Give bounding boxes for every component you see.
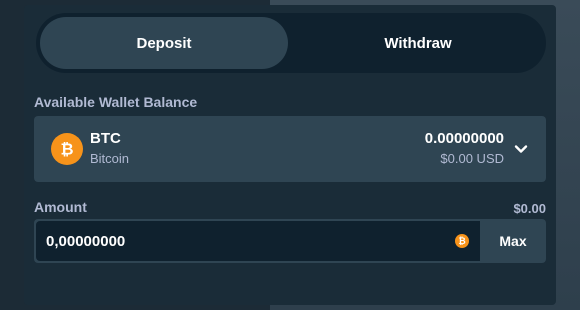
amount-field-row: ₿ Max xyxy=(34,219,546,263)
currency-selector[interactable]: ₿ BTC Bitcoin 0.00000000 $0.00 USD xyxy=(34,116,546,182)
svg-text:₿: ₿ xyxy=(60,141,73,159)
deposit-tab[interactable]: Deposit xyxy=(40,17,288,69)
balance-amount: 0.00000000 xyxy=(424,130,504,147)
coin-name: Bitcoin xyxy=(90,151,130,166)
wallet-panel: Deposit Withdraw Available Wallet Balanc… xyxy=(24,5,556,305)
bitcoin-icon: ₿ xyxy=(455,234,469,248)
bitcoin-icon: ₿ xyxy=(51,133,83,165)
coin-symbol: BTC xyxy=(90,130,121,147)
amount-input[interactable] xyxy=(36,221,480,261)
amount-label: Amount xyxy=(34,199,87,215)
wallet-balance-label: Available Wallet Balance xyxy=(34,94,198,110)
balance-usd: $0.00 USD xyxy=(440,151,504,166)
amount-usd-value: $0.00 xyxy=(513,201,546,216)
chevron-down-icon[interactable] xyxy=(514,142,528,156)
max-button[interactable]: Max xyxy=(480,219,546,263)
withdraw-tab[interactable]: Withdraw xyxy=(294,17,542,69)
svg-text:₿: ₿ xyxy=(458,236,465,246)
deposit-withdraw-toggle: Deposit Withdraw xyxy=(36,13,546,73)
